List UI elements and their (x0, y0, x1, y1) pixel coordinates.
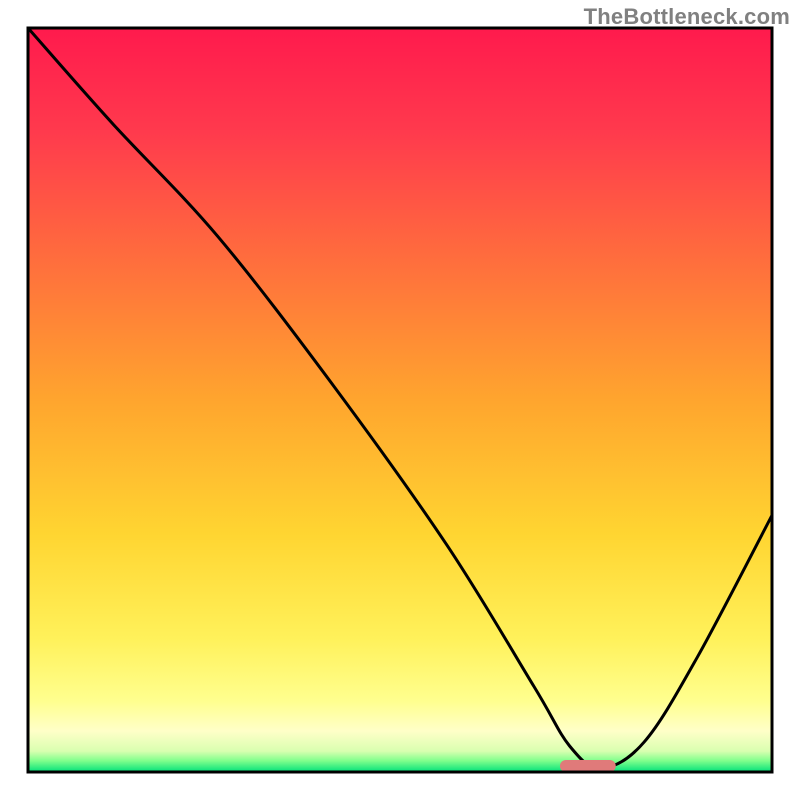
watermark-text: TheBottleneck.com (584, 4, 790, 30)
chart-stage: TheBottleneck.com (0, 0, 800, 800)
gradient-background (28, 28, 772, 772)
optimal-range-marker (560, 760, 616, 772)
chart-svg (0, 0, 800, 800)
